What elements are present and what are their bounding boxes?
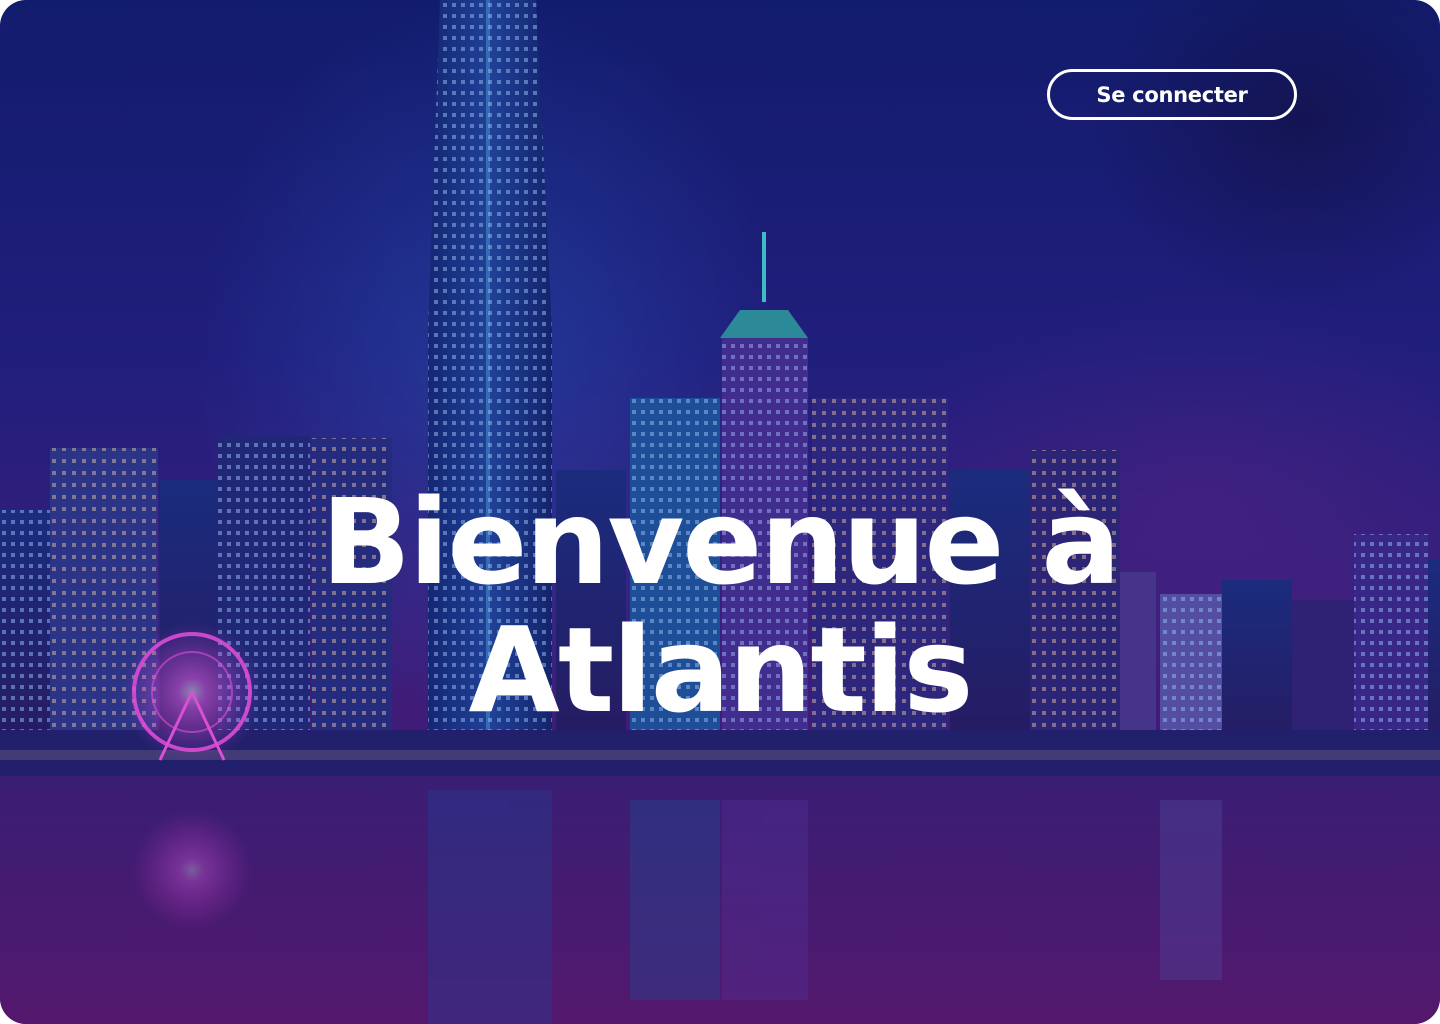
login-button[interactable]: Se connecter — [1047, 69, 1297, 120]
hero-background: Se connecter Bienvenue à Atlantis — [0, 0, 1440, 1024]
hero-title-line2: Atlantis — [468, 601, 974, 739]
hero-title-line1: Bienvenue à — [320, 473, 1121, 611]
hero-title: Bienvenue à Atlantis — [220, 478, 1220, 734]
